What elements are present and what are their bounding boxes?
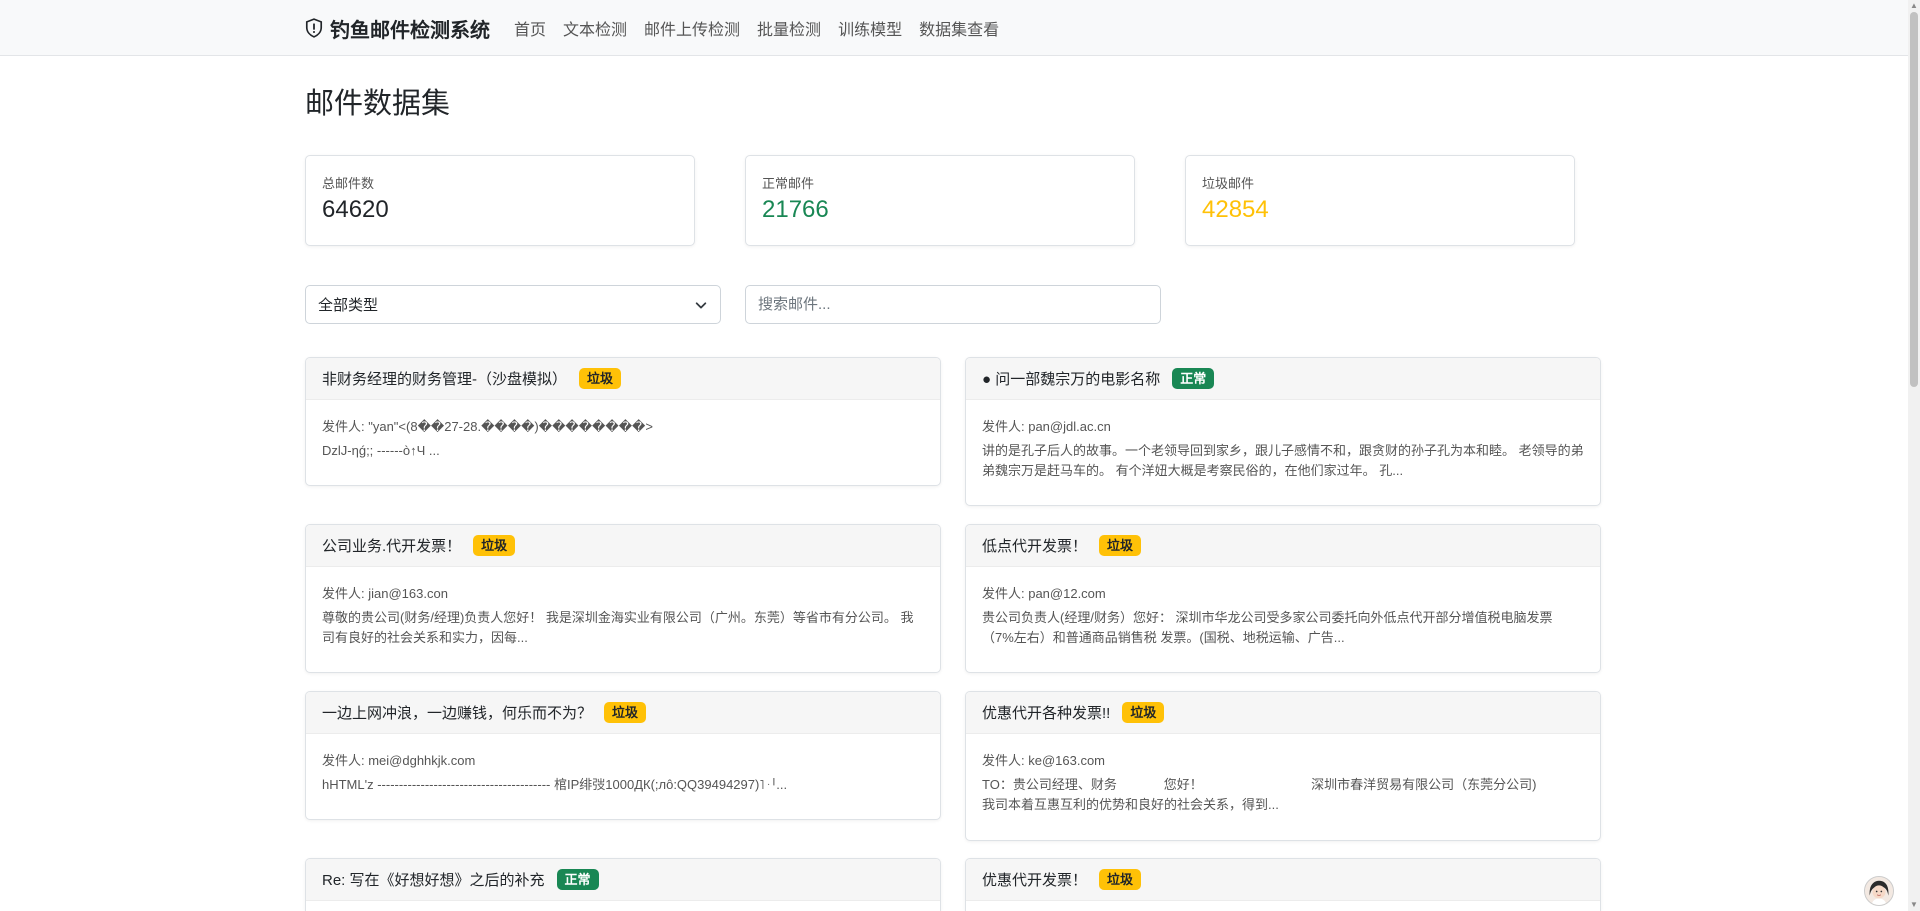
shield-icon <box>305 18 323 38</box>
stat-card-total: 总邮件数 64620 <box>305 155 695 246</box>
card-body: 发件人: "yan"<(8��27-28.����)��������> DzlJ… <box>306 400 940 475</box>
card-header: 一边上网冲浪，一边赚钱，何乐而不为？ 垃圾 <box>306 692 940 734</box>
page-title: 邮件数据集 <box>305 88 451 120</box>
email-sender: 发件人: "yan"<(8��27-28.����)��������> <box>322 419 653 434</box>
status-badge: 垃圾 <box>1099 534 1142 557</box>
nav-link-text-detect[interactable]: 文本检测 <box>563 16 627 40</box>
email-card[interactable]: 非财务经理的财务管理-（沙盘模拟） 垃圾 发件人: "yan"<(8��27-2… <box>305 357 941 486</box>
card-header: 非财务经理的财务管理-（沙盘模拟） 垃圾 <box>306 358 940 400</box>
email-title: 优惠代开各种发票!! <box>982 705 1111 722</box>
card-body: 发件人: pan@12.com 贵公司负责人(经理/财务）您好： 深圳市华龙公司… <box>966 567 1600 662</box>
assistant-avatar[interactable] <box>1864 876 1894 906</box>
scroll-thumb[interactable] <box>1910 12 1918 387</box>
stat-label: 垃圾邮件 <box>1202 176 1255 191</box>
email-sender: 发件人: ke@163.com <box>982 753 1106 768</box>
status-badge: 垃圾 <box>473 534 516 557</box>
nav-links: 首页 文本检测 邮件上传检测 批量检测 训练模型 数据集查看 <box>514 0 999 56</box>
status-badge: 垃圾 <box>579 367 622 390</box>
email-preview: hHTML'z --------------------------------… <box>322 777 788 792</box>
email-sender: 发件人: jian@163.con <box>322 586 448 601</box>
email-card[interactable]: 低点代开发票！ 垃圾 发件人: pan@12.com 贵公司负责人(经理/财务）… <box>965 524 1601 673</box>
stat-label: 正常邮件 <box>762 176 815 191</box>
email-title: Re: 写在《好想好想》之后的补充 <box>322 872 545 889</box>
status-badge: 垃圾 <box>1122 701 1165 724</box>
nav-link-train-model[interactable]: 训练模型 <box>838 16 902 40</box>
card-header: 公司业务.代开发票！ 垃圾 <box>306 525 940 567</box>
email-sender: 发件人: pan@12.com <box>982 586 1106 601</box>
card-body: 发件人: jian@163.con 尊敬的贵公司(财务/经理)负责人您好！ 我是… <box>306 567 940 662</box>
email-preview: 尊敬的贵公司(财务/经理)负责人您好！ 我是深圳金海实业有限公司（广州。东莞）等… <box>322 610 914 645</box>
email-card[interactable]: 优惠代开各种发票!! 垃圾 发件人: ke@163.com TO：贵公司经理、财… <box>965 691 1601 841</box>
email-card[interactable]: Re: 写在《好想好想》之后的补充 正常 <box>305 858 941 911</box>
brand[interactable]: 钓鱼邮件检测系统 <box>305 0 490 56</box>
stat-value: 42854 <box>1202 196 1269 223</box>
chevron-down-icon <box>695 301 707 308</box>
card-body: 发件人: mei@dghhkjk.com hHTML'z -----------… <box>306 734 940 809</box>
type-filter-value: 全部类型 <box>318 297 379 314</box>
avatar-icon <box>1865 877 1893 905</box>
search-input[interactable] <box>745 285 1161 324</box>
stat-value: 64620 <box>322 196 389 223</box>
email-preview: 讲的是孔子后人的故事。一个老领导回到家乡，跟儿子感情不和，跟贪财的孙子孔为本和睦… <box>982 443 1584 478</box>
type-filter-select[interactable]: 全部类型 <box>305 285 721 324</box>
email-title: 公司业务.代开发票！ <box>322 538 462 555</box>
nav-link-dataset-view[interactable]: 数据集查看 <box>919 16 999 40</box>
email-sender: 发件人: pan@jdl.ac.cn <box>982 419 1111 434</box>
status-badge: 正常 <box>556 868 599 891</box>
scrollbar[interactable]: ▲ ▼ <box>1908 0 1920 911</box>
scroll-down-icon[interactable]: ▼ <box>1910 901 1918 909</box>
card-header: ● 问一部魏宗万的电影名称 正常 <box>966 358 1600 400</box>
card-header: 低点代开发票！ 垃圾 <box>966 525 1600 567</box>
email-sender: 发件人: mei@dghhkjk.com <box>322 753 476 768</box>
email-title: 低点代开发票！ <box>982 538 1088 555</box>
scroll-up-icon[interactable]: ▲ <box>1910 2 1918 10</box>
email-title: 优惠代开发票！ <box>982 872 1088 889</box>
email-card[interactable]: 优惠代开发票！ 垃圾 <box>965 858 1601 911</box>
status-badge: 垃圾 <box>604 701 647 724</box>
email-preview: DzlJ-ηǵ;; ------ò↑Ч ... <box>322 443 440 458</box>
email-card[interactable]: ● 问一部魏宗万的电影名称 正常 发件人: pan@jdl.ac.cn 讲的是孔… <box>965 357 1601 506</box>
email-preview: 贵公司负责人(经理/财务）您好： 深圳市华龙公司受多家公司委托向外低点代开部分增… <box>982 610 1553 645</box>
stat-value: 21766 <box>762 196 829 223</box>
stat-card-spam: 垃圾邮件 42854 <box>1185 155 1575 246</box>
brand-title: 钓鱼邮件检测系统 <box>330 19 490 42</box>
nav-link-home[interactable]: 首页 <box>514 16 546 40</box>
email-card[interactable]: 一边上网冲浪，一边赚钱，何乐而不为？ 垃圾 发件人: mei@dghhkjk.c… <box>305 691 941 820</box>
email-title: ● 问一部魏宗万的电影名称 <box>982 371 1161 388</box>
status-badge: 垃圾 <box>1099 868 1142 891</box>
card-body: 发件人: pan@jdl.ac.cn 讲的是孔子后人的故事。一个老领导回到家乡，… <box>966 400 1600 495</box>
nav-link-batch-detect[interactable]: 批量检测 <box>757 16 821 40</box>
card-header: Re: 写在《好想好想》之后的补充 正常 <box>306 859 940 901</box>
card-header: 优惠代开各种发票!! 垃圾 <box>966 692 1600 734</box>
email-title: 非财务经理的财务管理-（沙盘模拟） <box>322 371 567 388</box>
email-card[interactable]: 公司业务.代开发票！ 垃圾 发件人: jian@163.con 尊敬的贵公司(财… <box>305 524 941 673</box>
stat-card-ham: 正常邮件 21766 <box>745 155 1135 246</box>
stat-label: 总邮件数 <box>322 176 375 191</box>
status-badge: 正常 <box>1172 367 1215 390</box>
email-preview: TO：贵公司经理、财务 您好！ 深圳市春洋贸易有限公司（东莞分公司) 我司本着互… <box>982 777 1580 812</box>
card-body: 发件人: ke@163.com TO：贵公司经理、财务 您好！ 深圳市春洋贸易有… <box>966 734 1600 829</box>
email-title: 一边上网冲浪，一边赚钱，何乐而不为？ <box>322 705 593 722</box>
nav-link-upload-detect[interactable]: 邮件上传检测 <box>644 16 740 40</box>
card-header: 优惠代开发票！ 垃圾 <box>966 859 1600 901</box>
navbar: 钓鱼邮件检测系统 首页 文本检测 邮件上传检测 批量检测 训练模型 数据集查看 <box>0 0 1908 56</box>
